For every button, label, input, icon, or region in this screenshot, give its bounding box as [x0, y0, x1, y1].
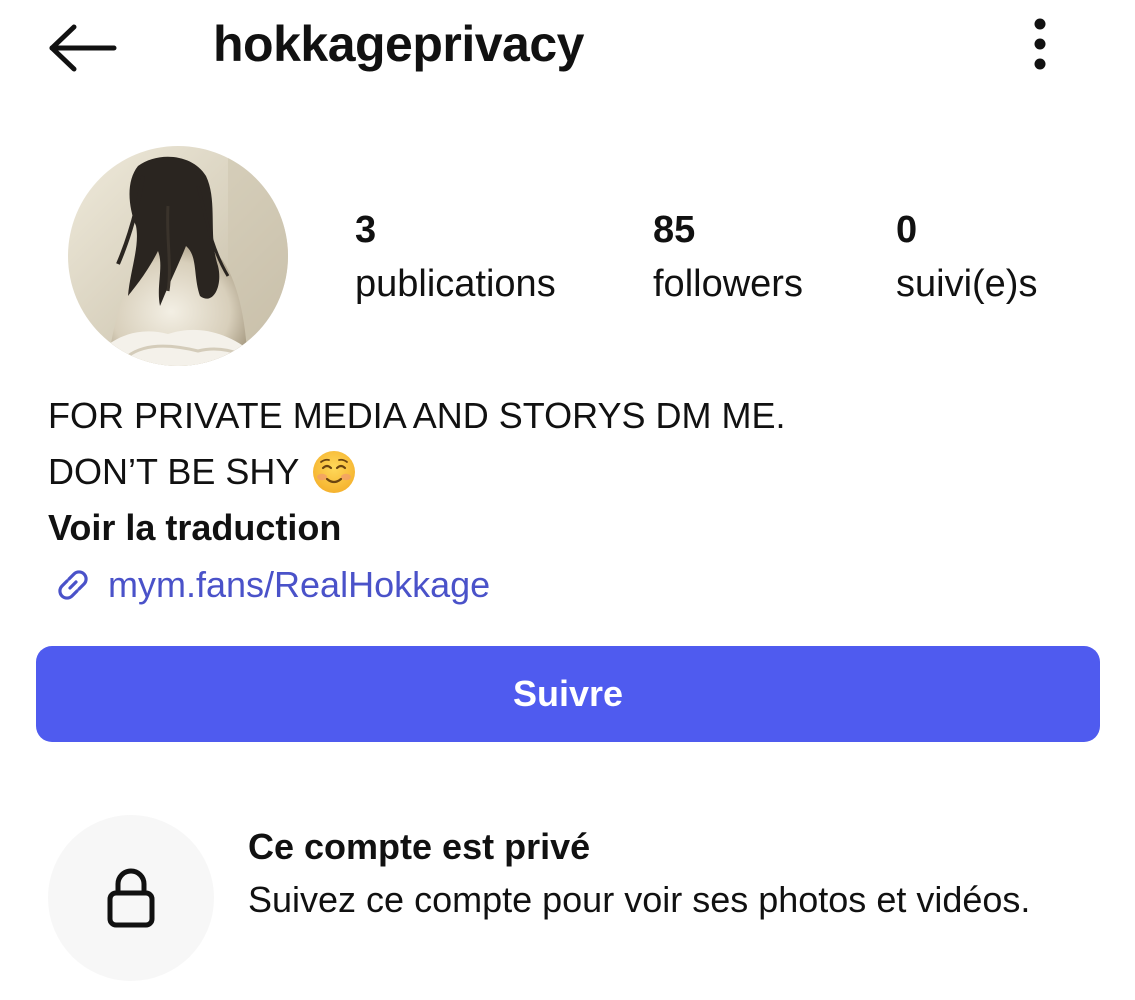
smiling-face-with-blush-emoji: [313, 451, 356, 493]
publications-label: publications: [355, 263, 556, 305]
lock-icon-container: [48, 815, 214, 981]
publications-count: 3: [355, 209, 377, 251]
see-translation-link[interactable]: Voir la traduction: [48, 500, 1088, 556]
top-bar: hokkageprivacy: [0, 0, 1135, 100]
arrow-left-icon: [49, 24, 117, 72]
following-count: 0: [896, 209, 918, 251]
bio-line-2: DON’T BE SHY: [48, 444, 1088, 500]
profile-username: hokkageprivacy: [213, 16, 584, 72]
stat-following[interactable]: 0 suivi(e)s: [896, 205, 1037, 313]
bio-line-2-text: DON’T BE SHY: [48, 451, 300, 492]
stat-followers[interactable]: 85 followers: [653, 205, 803, 313]
followers-label: followers: [653, 263, 803, 305]
lock-icon: [107, 868, 155, 928]
stat-publications[interactable]: 3 publications: [355, 205, 556, 313]
more-options-button[interactable]: [1010, 12, 1070, 76]
bio-link-text: mym.fans/RealHokkage: [108, 564, 491, 605]
follow-button[interactable]: Suivre: [36, 646, 1100, 742]
profile-bio: FOR PRIVATE MEDIA AND STORYS DM ME. DON’…: [48, 388, 1088, 614]
bio-line-1: FOR PRIVATE MEDIA AND STORYS DM ME.: [48, 395, 786, 436]
private-account-description: Suivez ce compte pour voir ses photos et…: [248, 879, 1031, 920]
back-button[interactable]: [44, 18, 120, 78]
vertical-ellipsis-icon: [1034, 18, 1046, 70]
profile-avatar[interactable]: [68, 146, 288, 366]
link-icon: [58, 570, 88, 600]
following-label: suivi(e)s: [896, 263, 1038, 305]
bio-external-link[interactable]: mym.fans/RealHokkage: [48, 556, 1088, 614]
avatar-image: [68, 146, 288, 366]
private-account-title: Ce compte est privé: [248, 826, 591, 867]
followers-count: 85: [653, 209, 696, 251]
